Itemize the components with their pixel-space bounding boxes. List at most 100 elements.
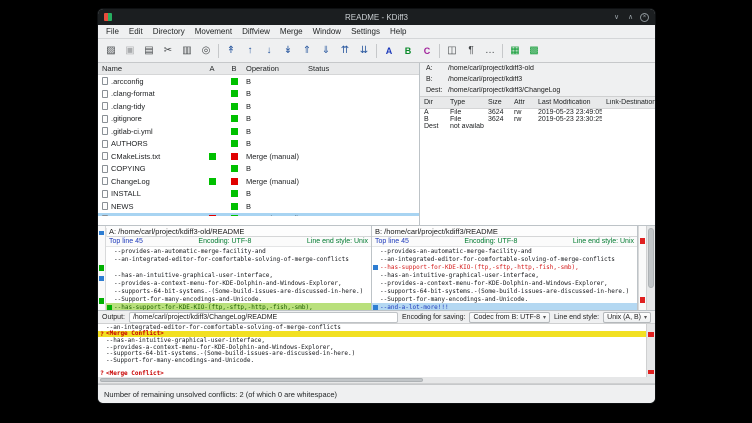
copy-icon[interactable]: ▥	[178, 42, 196, 60]
file-icon	[102, 152, 108, 160]
go-prev-delta-icon[interactable]: ↑	[241, 42, 259, 60]
choose-a-icon[interactable]: A	[380, 42, 398, 60]
code-line: --and-a-lot-more!!!	[372, 303, 637, 310]
file-row[interactable]: INSTALL B	[98, 188, 419, 201]
column-header-b[interactable]: B	[222, 64, 246, 73]
go-next-unsolved-conflict-icon[interactable]: ⇊	[355, 42, 373, 60]
operation-cell: B	[246, 89, 308, 98]
file-row[interactable]: AUTHORS B	[98, 138, 419, 151]
toolbar-file-group: ▨▣▤✂▥◎	[102, 42, 215, 60]
save-icon[interactable]: ▣	[121, 42, 139, 60]
menu-item[interactable]: Help	[385, 27, 411, 36]
file-name-cell: ChangeLog	[98, 177, 202, 186]
menu-item[interactable]: Movement	[190, 27, 237, 36]
go-next-conflict-icon[interactable]: ⇓	[317, 42, 335, 60]
file-name-cell: INSTALL	[98, 189, 202, 198]
scrollbar-thumb[interactable]	[100, 378, 423, 382]
menu-item[interactable]: File	[101, 27, 124, 36]
find-icon[interactable]: ◎	[197, 42, 215, 60]
path-row: Dest: /home/carl/project/kdiff3/ChangeLo…	[420, 85, 655, 96]
close-button[interactable]: ×	[640, 13, 649, 22]
diff-mark	[373, 297, 378, 302]
pane-a-text[interactable]: --provides-an-automatic-merge-facility-a…	[106, 247, 371, 310]
file-row[interactable]: CMakeLists.txt Merge (manual)	[98, 150, 419, 163]
open-icon[interactable]: ▨	[102, 42, 120, 60]
overflow-menu-icon[interactable]: …	[481, 42, 499, 60]
type-cell: not available	[446, 123, 484, 130]
operation-cell: B	[246, 164, 308, 173]
file-name-cell: .gitlab-ci.yml	[98, 127, 202, 136]
type-cell: File	[446, 109, 484, 116]
menu-item[interactable]: Merge	[275, 27, 308, 36]
maximize-button[interactable]: ∧	[626, 13, 635, 22]
diff-scrollbar[interactable]	[646, 226, 655, 310]
file-row[interactable]: NEWS B	[98, 200, 419, 213]
pane-b-title[interactable]: B: /home/carl/project/kdiff3/README	[372, 226, 637, 237]
menu-item[interactable]: Settings	[346, 27, 385, 36]
column-header-link-destination[interactable]: Link-Destination	[602, 99, 655, 106]
diff-mark	[373, 265, 378, 270]
code-text: --provides-an-automatic-merge-facility-a…	[114, 248, 266, 255]
file-row[interactable]: .gitlab-ci.yml B	[98, 125, 419, 138]
column-header-a[interactable]: A	[202, 64, 222, 73]
horizontal-scrollbar[interactable]	[98, 377, 655, 384]
cut-icon[interactable]: ✂	[159, 42, 177, 60]
column-header-size[interactable]: Size	[484, 99, 510, 106]
conflict-question-mark: ?	[98, 331, 106, 338]
modified-cell: 2019-05-23 23:49:05	[534, 109, 602, 116]
file-row[interactable]: .gitignore B	[98, 113, 419, 126]
file-row[interactable]: .arcconfig B	[98, 75, 419, 88]
pane-a-title[interactable]: A: /home/carl/project/kdiff3-old/README	[106, 226, 371, 237]
menu-item[interactable]: Directory	[148, 27, 190, 36]
menu-item[interactable]: Window	[308, 27, 346, 36]
info-row: B File 3624 rw 2019-05-23 23:30:25	[420, 116, 655, 123]
go-prev-unsolved-conflict-icon[interactable]: ⇈	[336, 42, 354, 60]
encoding-select[interactable]: Codec from B: UTF-8 ▾	[469, 312, 550, 323]
toolbar-separator	[439, 44, 440, 58]
go-prev-conflict-icon[interactable]: ⇑	[298, 42, 316, 60]
go-last-delta-icon[interactable]: ↡	[279, 42, 297, 60]
dir-rescan-icon[interactable]: ▦	[506, 42, 524, 60]
titlebar[interactable]: README - KDiff3 ∨ ∧ ×	[98, 9, 655, 25]
go-first-delta-icon[interactable]: ↟	[222, 42, 240, 60]
b-state-square	[231, 103, 238, 110]
column-header-status[interactable]: Status	[308, 64, 419, 73]
code-line: --provides-a-context-menu-for-KDE-Dolphi…	[372, 279, 637, 287]
choose-c-icon[interactable]: C	[418, 42, 436, 60]
file-name: COPYING	[111, 164, 146, 173]
column-header-dir[interactable]: Dir	[420, 99, 446, 106]
column-header-type[interactable]: Type	[446, 99, 484, 106]
word-wrap-icon[interactable]: ¶	[462, 42, 480, 60]
print-icon[interactable]: ▤	[140, 42, 158, 60]
diff-overview-column[interactable]	[98, 226, 106, 310]
column-header-attr[interactable]: Attr	[510, 99, 534, 106]
kdiff3-app-icon	[104, 13, 112, 21]
file-row[interactable]: COPYING B	[98, 163, 419, 176]
code-line: --supports-64-bit-systems.-(Some-build-i…	[372, 287, 637, 295]
menu-item[interactable]: Edit	[124, 27, 148, 36]
line-end-select[interactable]: Unix (A, B) ▾	[603, 312, 651, 323]
scrollbar-thumb[interactable]	[648, 228, 654, 288]
dir-merge-icon[interactable]: ▩	[525, 42, 543, 60]
column-header-name[interactable]: Name	[98, 64, 202, 73]
file-row[interactable]: ChangeLog Merge (manual)	[98, 175, 419, 188]
merge-overview-column[interactable]	[638, 226, 646, 310]
pane-b-text[interactable]: --provides-an-automatic-merge-facility-a…	[372, 247, 637, 310]
window-title: README - KDiff3	[138, 13, 615, 22]
go-next-delta-icon[interactable]: ↓	[260, 42, 278, 60]
diff-mark	[107, 305, 112, 310]
file-icon	[102, 140, 108, 148]
split-view-icon[interactable]: ◫	[443, 42, 461, 60]
menu-item[interactable]: Diffview	[237, 27, 275, 36]
choose-b-icon[interactable]: B	[399, 42, 417, 60]
column-header-last-modification[interactable]: Last Modification	[534, 99, 602, 106]
file-list: .arcconfig B .clang-format B	[98, 75, 419, 216]
pane-a-top-line: Top line 45	[109, 238, 143, 245]
file-row[interactable]: .clang-tidy B	[98, 100, 419, 113]
file-row[interactable]: README Merge (manual) In progress...	[98, 213, 419, 217]
conflict-scroll-mark	[648, 370, 654, 375]
output-editor[interactable]: --an-integrated-editor-for-comfortable-s…	[98, 324, 646, 377]
file-row[interactable]: .clang-format B	[98, 88, 419, 101]
output-scrollbar[interactable]	[646, 324, 655, 377]
column-header-operation[interactable]: Operation	[246, 64, 308, 73]
